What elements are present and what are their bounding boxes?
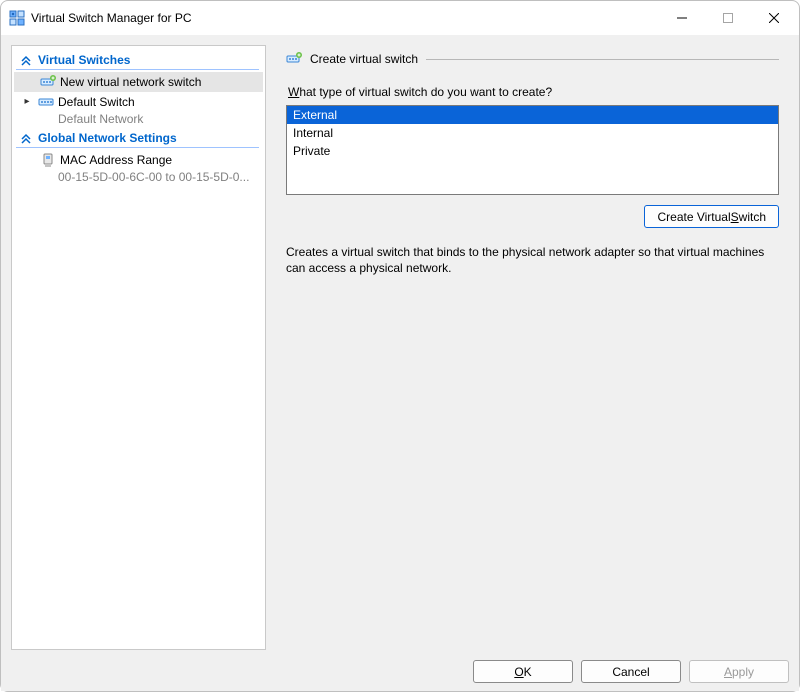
create-virtual-switch-button[interactable]: Create Virtual Switch <box>644 205 779 228</box>
window-title: Virtual Switch Manager for PC <box>31 11 192 25</box>
app-icon <box>9 10 25 26</box>
cancel-button[interactable]: Cancel <box>581 660 681 683</box>
nav-tree[interactable]: Virtual Switches New virtual network swi… <box>11 45 266 650</box>
tree-item-label: MAC Address Range <box>60 152 172 168</box>
question-label: What type of virtual switch do you want … <box>288 85 777 99</box>
panel-title: Create virtual switch <box>310 52 418 66</box>
list-item[interactable]: Internal <box>287 124 778 142</box>
maximize-button <box>705 1 751 35</box>
switch-type-list[interactable]: External Internal Private <box>286 105 779 195</box>
tree-item-default-switch[interactable]: ▸ Default Switch <box>14 92 263 112</box>
tree-item-label: Default Switch <box>58 94 135 110</box>
apply-button: Apply <box>689 660 789 683</box>
panel-header: Create virtual switch <box>286 51 779 71</box>
tree-item-subtext: 00-15-5D-00-6C-00 to 00-15-5D-0... <box>14 170 263 186</box>
switch-add-icon <box>40 74 56 90</box>
list-item[interactable]: Private <box>287 142 778 160</box>
tree-item-mac-range[interactable]: MAC Address Range <box>14 150 263 170</box>
ok-button[interactable]: OK <box>473 660 573 683</box>
switch-add-icon <box>286 51 302 67</box>
tree-item-subtext: Default Network <box>14 112 263 128</box>
chevron-up-icon <box>20 132 32 144</box>
section-global-settings[interactable]: Global Network Settings <box>16 128 259 148</box>
tree-item-new-switch[interactable]: New virtual network switch <box>14 72 263 92</box>
client-area: Virtual Switches New virtual network swi… <box>1 35 799 691</box>
minimize-button[interactable] <box>659 1 705 35</box>
section-label: Virtual Switches <box>38 53 130 67</box>
switch-icon <box>38 94 54 110</box>
nic-icon <box>40 152 56 168</box>
chevron-up-icon <box>20 54 32 66</box>
tree-item-label: New virtual network switch <box>60 74 201 90</box>
main-panel: Create virtual switch What type of virtu… <box>276 45 789 650</box>
header-rule <box>426 59 779 60</box>
list-item[interactable]: External <box>287 106 778 124</box>
dialog-footer: OK Cancel Apply <box>11 650 789 683</box>
close-button[interactable] <box>751 1 797 35</box>
workarea: Virtual Switches New virtual network swi… <box>11 45 789 650</box>
section-virtual-switches[interactable]: Virtual Switches <box>16 50 259 70</box>
window: Virtual Switch Manager for PC Virtual Sw… <box>0 0 800 692</box>
expander-icon[interactable]: ▸ <box>22 94 32 110</box>
titlebar: Virtual Switch Manager for PC <box>1 1 799 35</box>
section-label: Global Network Settings <box>38 131 177 145</box>
type-description: Creates a virtual switch that binds to t… <box>286 244 766 276</box>
